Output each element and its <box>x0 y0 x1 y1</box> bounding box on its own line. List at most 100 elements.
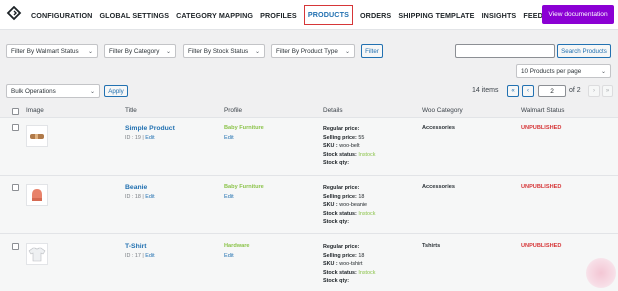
sku-label: SKU : <box>323 202 338 209</box>
profile-edit-link[interactable]: Edit <box>224 194 234 200</box>
column-header-title: Title <box>125 107 137 114</box>
table-row: Beanie ID : 18 | Edit Baby Furniture Edi… <box>0 175 618 233</box>
product-meta: ID : 18 | Edit <box>125 194 155 200</box>
product-edit-link[interactable]: Edit <box>145 194 154 200</box>
product-title-link[interactable]: Beanie <box>125 184 147 191</box>
product-thumbnail-beanie <box>26 184 48 206</box>
regular-price-label: Regular price: <box>323 244 360 250</box>
walmart-status-filter-label: Filter By Walmart Status <box>11 47 79 55</box>
product-title-link[interactable]: T-Shirt <box>125 243 147 250</box>
profile-name[interactable]: Hardware <box>224 243 250 249</box>
product-thumbnail-tshirt <box>26 243 48 265</box>
nav-global-settings[interactable]: GLOBAL SETTINGS <box>99 11 169 20</box>
apply-button[interactable]: Apply <box>104 85 128 97</box>
product-id: ID : 19 <box>125 135 141 141</box>
filter-button[interactable]: Filter <box>361 44 383 58</box>
stock-status-value: Instock <box>358 151 376 158</box>
woo-category: Accessories <box>422 125 455 131</box>
nav-shipping-template[interactable]: SHIPPING TEMPLATE <box>398 11 474 20</box>
sku-label: SKU : <box>323 143 338 150</box>
regular-price-label: Regular price: <box>323 185 360 191</box>
column-header-woo-category: Woo Category <box>422 107 463 114</box>
current-page-input[interactable] <box>538 85 566 97</box>
selling-price-label: Selling price: <box>323 193 357 200</box>
first-page-button[interactable]: « <box>507 85 519 97</box>
profile-edit-link[interactable]: Edit <box>224 253 234 259</box>
select-all-checkbox[interactable] <box>12 108 19 115</box>
profile-edit-link[interactable]: Edit <box>224 135 234 141</box>
product-meta: ID : 19 | Edit <box>125 135 155 141</box>
walmart-status-badge: UNPUBLISHED <box>521 184 562 190</box>
sku-value: woo-belt <box>339 143 360 150</box>
search-products-button[interactable]: Search Products <box>557 44 611 58</box>
sku-value: woo-beanie <box>339 202 368 209</box>
woo-category: Tshirts <box>422 243 441 249</box>
stock-status-filter[interactable]: Filter By Stock Status ⌄ <box>183 44 265 58</box>
selling-price-value: 18 <box>358 193 365 200</box>
top-navigation-bar: CONFIGURATION GLOBAL SETTINGS CATEGORY M… <box>0 0 618 30</box>
nav-profiles[interactable]: PROFILES <box>260 11 297 20</box>
prev-page-button[interactable]: ‹ <box>522 85 534 97</box>
app-logo-icon <box>6 6 22 21</box>
chevron-down-icon: ⌄ <box>600 69 606 75</box>
nav-products[interactable]: PRODUCTS <box>303 5 353 25</box>
row-checkbox[interactable] <box>12 124 19 131</box>
sku-label: SKU : <box>323 261 338 268</box>
sku-value: woo-tshirt <box>339 261 363 268</box>
column-header-walmart-status: Walmart Status <box>521 107 565 114</box>
main-nav: CONFIGURATION GLOBAL SETTINGS CATEGORY M… <box>31 0 555 30</box>
regular-price-label: Regular price: <box>323 126 360 132</box>
floating-help-bubble[interactable] <box>586 258 616 288</box>
stock-status-label: Stock status: <box>323 151 357 158</box>
nav-configuration[interactable]: CONFIGURATION <box>31 11 92 20</box>
nav-orders[interactable]: ORDERS <box>360 11 391 20</box>
product-details: Regular price: Selling price: 18 SKU : w… <box>323 243 375 286</box>
woo-category: Accessories <box>422 184 455 190</box>
tshirt-image-icon <box>28 247 46 262</box>
stock-status-value: Instock <box>358 269 376 276</box>
product-edit-link[interactable]: Edit <box>145 135 154 141</box>
chevron-down-icon: ⌄ <box>165 49 171 55</box>
walmart-status-filter[interactable]: Filter By Walmart Status ⌄ <box>6 44 98 58</box>
column-header-profile: Profile <box>224 107 243 114</box>
product-type-filter[interactable]: Filter By Product Type ⌄ <box>271 44 355 58</box>
chevron-down-icon: ⌄ <box>89 89 95 95</box>
product-type-filter-label: Filter By Product Type <box>276 47 338 55</box>
product-meta: ID : 17 | Edit <box>125 253 155 259</box>
table-row: T-Shirt ID : 17 | Edit Hardware Edit Reg… <box>0 233 618 291</box>
profile-name[interactable]: Baby Furniture <box>224 125 264 131</box>
selling-price-label: Selling price: <box>323 134 357 141</box>
per-page-select[interactable]: 10 Products per page ⌄ <box>516 64 611 78</box>
table-row: Simple Product ID : 19 | Edit Baby Furni… <box>0 117 618 175</box>
selling-price-label: Selling price: <box>323 252 357 259</box>
per-page-label: 10 Products per page <box>521 67 582 75</box>
product-thumbnail-belt <box>26 125 48 147</box>
chevron-down-icon: ⌄ <box>87 49 93 55</box>
chevron-down-icon: ⌄ <box>344 49 350 55</box>
chevron-down-icon: ⌄ <box>254 49 260 55</box>
beanie-image-icon <box>32 189 42 201</box>
stock-status-value: Instock <box>358 210 376 217</box>
profile-name[interactable]: Baby Furniture <box>224 184 264 190</box>
stock-status-label: Stock status: <box>323 269 357 276</box>
nav-insights[interactable]: INSIGHTS <box>482 11 517 20</box>
product-title-link[interactable]: Simple Product <box>125 125 175 132</box>
row-checkbox[interactable] <box>12 243 19 250</box>
column-header-details: Details <box>323 107 343 114</box>
bulk-operations-select[interactable]: Bulk Operations ⌄ <box>6 84 100 98</box>
row-checkbox[interactable] <box>12 184 19 191</box>
search-products-input[interactable] <box>455 44 555 58</box>
product-edit-link[interactable]: Edit <box>145 253 154 259</box>
product-id: ID : 18 <box>125 194 141 200</box>
stock-qty-label: Stock qty: <box>323 219 350 226</box>
view-documentation-button[interactable]: View documentation <box>542 5 614 24</box>
category-filter[interactable]: Filter By Category ⌄ <box>104 44 176 58</box>
next-page-button: › <box>588 85 600 97</box>
items-count: 14 items <box>472 87 499 94</box>
nav-category-mapping[interactable]: CATEGORY MAPPING <box>176 11 253 20</box>
product-id: ID : 17 <box>125 253 141 259</box>
column-header-image: Image <box>26 107 44 114</box>
belt-image-icon <box>30 134 44 139</box>
stock-status-label: Stock status: <box>323 210 357 217</box>
walmart-status-badge: UNPUBLISHED <box>521 125 562 131</box>
